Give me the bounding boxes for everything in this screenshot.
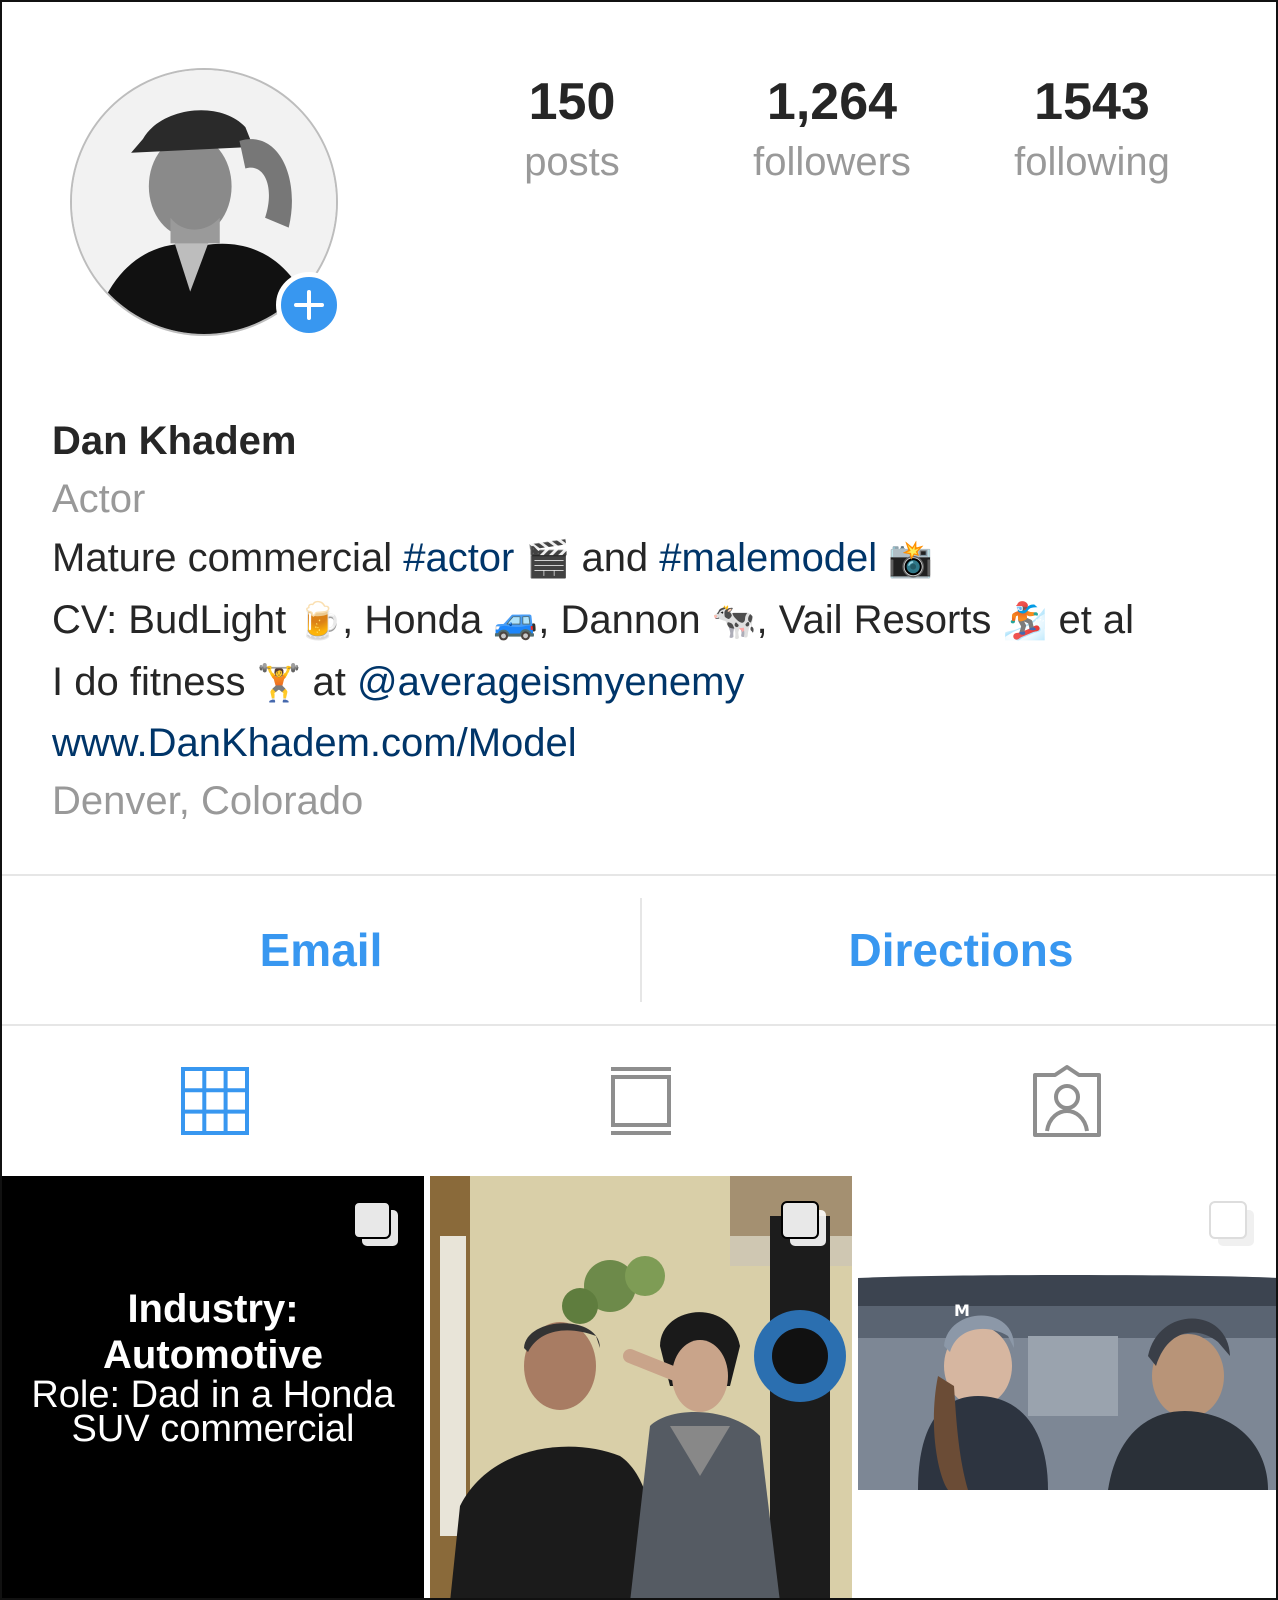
bio-text: and xyxy=(570,536,660,580)
website-link[interactable]: www.DanKhadem.com/Model xyxy=(52,714,1252,772)
add-story-button[interactable] xyxy=(276,272,342,338)
posts-label: posts xyxy=(524,140,620,184)
post-grid: Industry: Automotive Role: Dad in a Hond… xyxy=(2,1176,1276,1598)
tagged-icon xyxy=(1033,1065,1101,1137)
post-subtitle-line: SUV commercial xyxy=(71,1408,355,1450)
stat-posts[interactable]: 150 posts xyxy=(442,70,702,190)
grid-icon xyxy=(181,1067,249,1135)
plus-icon xyxy=(294,290,324,320)
multiple-photos-icon xyxy=(1209,1201,1254,1246)
cow-icon: 🐄 xyxy=(711,601,757,642)
bio-text: at xyxy=(301,660,357,704)
bio-text: CV: BudLight xyxy=(52,598,298,642)
post-thumbnail[interactable]: Industry: Automotive Role: Dad in a Hond… xyxy=(2,1176,424,1598)
post-thumbnail[interactable]: M xyxy=(858,1176,1276,1598)
mention-link[interactable]: @averageismyenemy xyxy=(357,660,744,704)
followers-label: followers xyxy=(753,140,911,184)
hashtag-actor[interactable]: #actor xyxy=(403,536,514,580)
tab-grid[interactable] xyxy=(2,1026,428,1176)
stat-followers[interactable]: 1,264 followers xyxy=(702,70,962,190)
feed-icon xyxy=(611,1067,671,1135)
hashtag-malemodel[interactable]: #malemodel xyxy=(659,536,877,580)
bio-text: I do fitness xyxy=(52,660,257,704)
avatar-container[interactable] xyxy=(70,68,342,338)
post-text-overlay: Industry: Automotive Role: Dad in a Hond… xyxy=(2,1286,424,1450)
following-count: 1543 xyxy=(1034,73,1150,131)
profile-screen: 150 posts 1,264 followers 1543 following… xyxy=(0,0,1278,1600)
multiple-photos-icon xyxy=(353,1201,398,1246)
stat-following[interactable]: 1543 following xyxy=(962,70,1222,190)
multiple-photos-icon xyxy=(781,1201,826,1246)
bio-text: , Vail Resorts xyxy=(756,598,1003,642)
profile-name: Dan Khadem xyxy=(52,419,297,463)
clapper-icon: 🎬 xyxy=(525,539,571,580)
profile-stats: 150 posts 1,264 followers 1543 following xyxy=(442,70,1222,190)
post-subtitle-line: Role: Dad in a Honda xyxy=(31,1374,395,1416)
weightlifter-icon: 🏋 xyxy=(256,663,302,704)
directions-button[interactable]: Directions xyxy=(642,876,1276,1024)
location-text: Denver, Colorado xyxy=(52,779,364,823)
bio-line-3: I do fitness 🏋 at @averageismyenemy xyxy=(52,652,1252,714)
contact-actions: Email Directions xyxy=(2,876,1276,1024)
bio-text: Mature commercial xyxy=(52,536,404,580)
beer-icon: 🍺 xyxy=(297,601,343,642)
post-thumbnail[interactable] xyxy=(430,1176,852,1598)
bio-line-2: CV: BudLight 🍺, Honda 🚙, Dannon 🐄, Vail … xyxy=(52,590,1252,652)
followers-count: 1,264 xyxy=(766,73,898,131)
profile-tabs xyxy=(2,1026,1276,1176)
email-button[interactable]: Email xyxy=(2,876,640,1024)
car-icon: 🚙 xyxy=(493,601,539,642)
tab-tagged[interactable] xyxy=(854,1026,1276,1176)
profile-category: Actor xyxy=(52,477,146,521)
camera-icon: 📸 xyxy=(888,539,934,580)
posts-count: 150 xyxy=(528,73,616,131)
post-title-line: Automotive xyxy=(103,1333,323,1377)
snowboarder-icon: 🏂 xyxy=(1002,601,1048,642)
post-title-line: Industry: xyxy=(127,1287,299,1331)
profile-bio: Dan Khadem Actor Mature commercial #acto… xyxy=(52,412,1252,830)
watermark: M xyxy=(954,1301,970,1320)
tab-feed[interactable] xyxy=(428,1026,854,1176)
bio-text: et al xyxy=(1047,598,1135,642)
following-label: following xyxy=(1014,140,1170,184)
bio-line-1: Mature commercial #actor 🎬 and #malemode… xyxy=(52,528,1252,590)
bio-text: , Dannon xyxy=(538,598,712,642)
bio-text: , Honda xyxy=(342,598,494,642)
